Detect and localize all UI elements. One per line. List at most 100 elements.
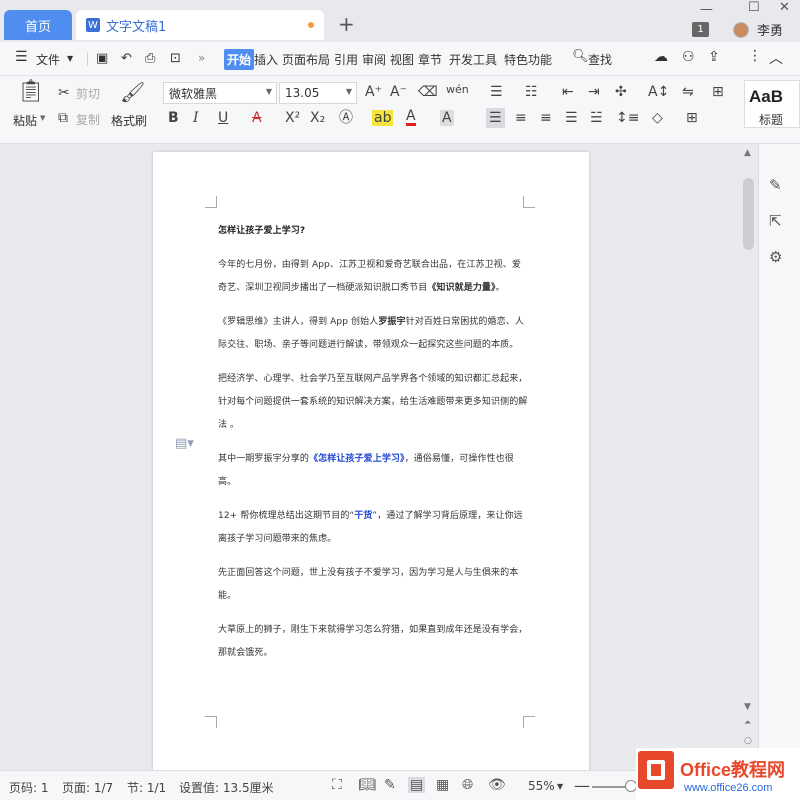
preview-icon[interactable]: ⊡: [170, 51, 181, 66]
cursor-icon[interactable]: ⇱: [769, 212, 782, 230]
scrollbar-thumb[interactable]: [743, 178, 754, 250]
line-spacing-icon[interactable]: ↕≡: [616, 110, 639, 126]
read-icon[interactable]: 📖︎: [358, 777, 376, 793]
web-icon[interactable]: 🌐︎: [462, 777, 473, 793]
subscript-icon[interactable]: X₂: [310, 110, 325, 126]
highlight-icon[interactable]: ab: [372, 110, 394, 126]
tabs-icon[interactable]: ⇋: [682, 84, 694, 100]
notification-badge[interactable]: 1: [692, 22, 709, 37]
menu-view[interactable]: 视图: [390, 51, 414, 68]
menu-page-layout[interactable]: 页面布局: [282, 51, 330, 68]
prev-page-icon[interactable]: ⏶: [744, 718, 751, 728]
border-icon[interactable]: ⊞: [686, 110, 698, 126]
scroll-up-icon[interactable]: ▲: [744, 148, 751, 158]
zoom-level[interactable]: 55%: [528, 779, 555, 793]
menu-dev-tools[interactable]: 开发工具: [449, 51, 497, 68]
increase-indent-icon[interactable]: ⇥: [588, 84, 600, 100]
page-view-icon[interactable]: ▤: [408, 777, 426, 793]
hamburger-icon[interactable]: ☰: [15, 49, 28, 65]
shading-icon[interactable]: ◇: [652, 110, 663, 126]
superscript-icon[interactable]: X²: [285, 110, 300, 126]
document-page[interactable]: 怎样让孩子爱上学习? 今年的七月份，由得到 App、江苏卫视和爱奇艺联合出品，在…: [153, 152, 589, 770]
export-icon[interactable]: ⇪: [708, 49, 720, 65]
clear-format-icon[interactable]: ⌫: [418, 84, 438, 100]
more-tools-icon[interactable]: »: [198, 51, 205, 65]
justify-icon[interactable]: ☰: [565, 110, 578, 126]
italic-icon[interactable]: I: [193, 110, 199, 126]
print-icon[interactable]: ⎙: [145, 51, 155, 66]
chinese-layout-icon[interactable]: ✣: [615, 84, 627, 100]
document-map-icon[interactable]: ▤▾: [175, 436, 194, 451]
font-color-icon[interactable]: A: [406, 109, 416, 126]
shrink-font-icon[interactable]: A⁻: [390, 84, 407, 100]
more-icon[interactable]: ⋮: [748, 48, 762, 64]
tab-home[interactable]: 首页: [4, 10, 72, 40]
chevron-down-icon[interactable]: ▼: [67, 54, 73, 63]
share-icon[interactable]: ⚇: [682, 49, 695, 65]
paragraph-text: 《罗辑思维》主讲人，得到 App 创始人: [218, 317, 379, 327]
tab-document[interactable]: W 文字文稿1: [76, 10, 324, 40]
strikethrough-icon[interactable]: A: [252, 110, 262, 126]
status-setting[interactable]: 设置值: 13.5厘米: [179, 779, 274, 796]
scroll-down-icon[interactable]: ▼: [744, 702, 751, 712]
status-section[interactable]: 节: 1/1: [127, 779, 166, 796]
menu-special[interactable]: 特色功能: [504, 51, 552, 68]
bullet-list-icon[interactable]: ☰: [490, 84, 503, 100]
save-icon[interactable]: ▣: [96, 51, 108, 66]
distribute-icon[interactable]: ☱: [590, 110, 603, 126]
font-size-select[interactable]: 13.05 ▼: [279, 82, 357, 104]
menu-reference[interactable]: 引用: [334, 51, 358, 68]
paste-icon[interactable]: 📋︎: [17, 81, 45, 103]
format-painter-icon[interactable]: 🖌︎: [120, 82, 145, 102]
pen-icon[interactable]: ✎: [769, 176, 782, 194]
minimize-icon[interactable]: —: [700, 2, 713, 17]
table-borders-icon[interactable]: ⊞: [712, 84, 724, 100]
maximize-icon[interactable]: ☐: [748, 0, 760, 15]
close-window-icon[interactable]: ✕: [779, 0, 790, 15]
eye-icon[interactable]: 👁︎: [488, 777, 506, 793]
menu-review[interactable]: 审阅: [362, 51, 386, 68]
align-right-icon[interactable]: ≡: [540, 110, 552, 126]
grow-font-icon[interactable]: A⁺: [365, 84, 382, 100]
char-shading-icon[interactable]: A: [440, 110, 454, 126]
settings-icon[interactable]: ⚙: [769, 248, 782, 266]
search-icon[interactable]: 🔍︎: [572, 49, 589, 64]
document-canvas[interactable]: 怎样让孩子爱上学习? 今年的七月份，由得到 App、江苏卫视和爱奇艺联合出品，在…: [0, 144, 740, 770]
fullscreen-icon[interactable]: ⛶: [332, 777, 342, 793]
numbered-list-icon[interactable]: ☷: [525, 84, 538, 100]
status-pages[interactable]: 页面: 1/7: [62, 779, 113, 796]
chevron-down-icon[interactable]: ▼: [557, 782, 563, 791]
zoom-out-icon[interactable]: —: [574, 776, 590, 795]
menu-file[interactable]: 文件: [36, 51, 60, 68]
menu-search[interactable]: 查找: [588, 51, 612, 68]
format-painter-button[interactable]: 格式刷: [111, 112, 147, 129]
outline-icon[interactable]: ▦: [436, 777, 449, 793]
user-area[interactable]: 1 李勇: [692, 20, 783, 39]
font-name-select[interactable]: 微软雅黑 ▼: [163, 82, 277, 104]
underline-icon[interactable]: U: [218, 110, 228, 126]
phonetic-icon[interactable]: wén: [446, 82, 469, 98]
paste-dropdown-icon[interactable]: ▼: [40, 114, 45, 122]
style-heading-button[interactable]: AaB 标题: [744, 80, 800, 128]
document-body[interactable]: 怎样让孩子爱上学习? 今年的七月份，由得到 App、江苏卫视和爱奇艺联合出品，在…: [218, 220, 530, 676]
bold-icon[interactable]: B: [168, 110, 179, 126]
menu-chapter[interactable]: 章节: [418, 51, 442, 68]
status-page-number[interactable]: 页码: 1: [9, 779, 49, 796]
text-effect-icon[interactable]: Ⓐ: [339, 110, 353, 126]
paste-button[interactable]: 粘贴: [13, 112, 37, 129]
watermark-title: Office教程网: [680, 760, 786, 780]
user-name[interactable]: 李勇: [757, 20, 783, 39]
text-direction-icon[interactable]: A↕: [648, 84, 669, 100]
edit-icon[interactable]: ✎: [384, 777, 396, 793]
align-left-icon[interactable]: ☰: [486, 108, 505, 128]
avatar[interactable]: [733, 21, 749, 38]
decrease-indent-icon[interactable]: ⇤: [562, 84, 574, 100]
new-tab-button[interactable]: +: [338, 12, 355, 36]
cloud-icon[interactable]: ☁: [654, 49, 668, 65]
collapse-icon[interactable]: ︿: [769, 48, 783, 68]
undo-icon[interactable]: ↶: [121, 51, 132, 66]
align-center-icon[interactable]: ≡: [515, 110, 527, 126]
menu-insert[interactable]: 插入: [254, 51, 278, 68]
menu-start[interactable]: 开始: [224, 49, 255, 70]
next-page-icon[interactable]: ○: [744, 736, 752, 746]
